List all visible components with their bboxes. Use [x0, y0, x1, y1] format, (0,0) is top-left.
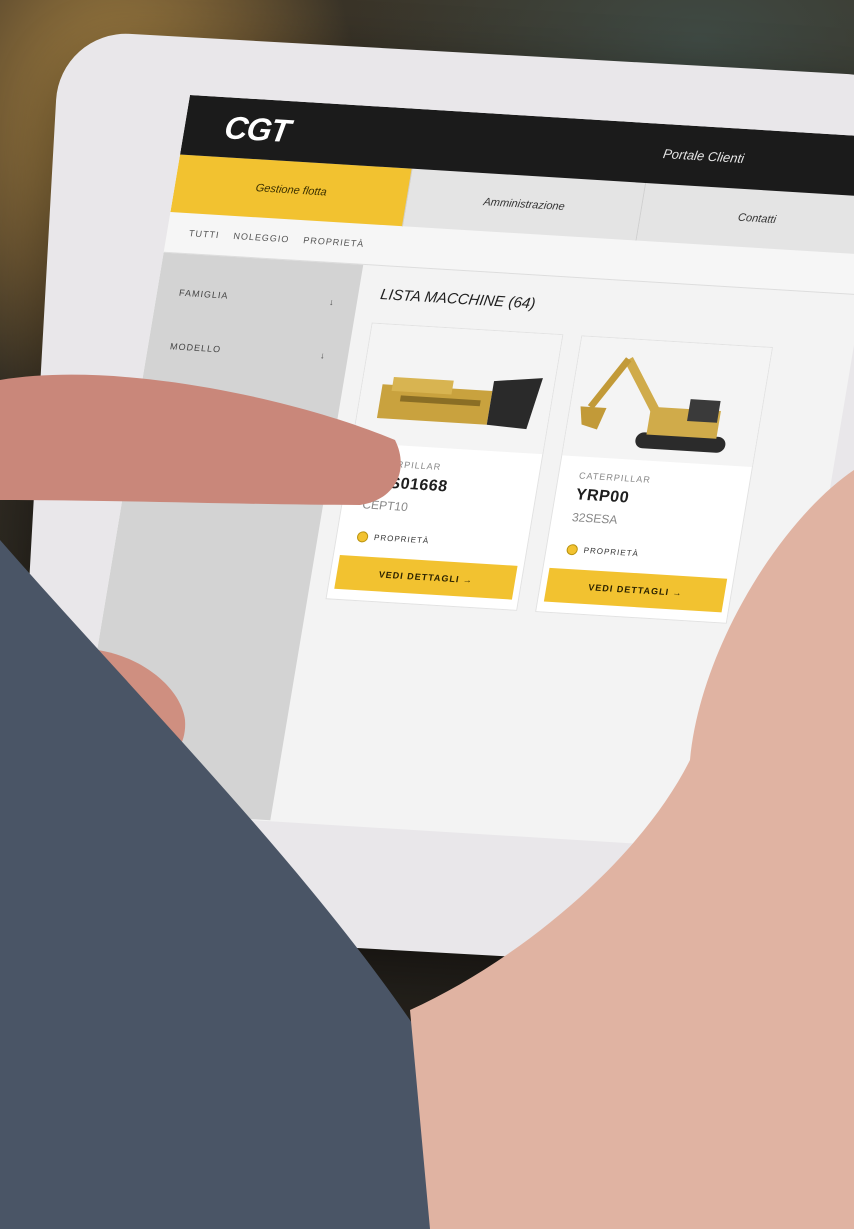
- right-hand: [410, 470, 854, 1229]
- shirt-sleeve: [0, 540, 430, 1229]
- hands-foreground: [0, 374, 854, 1229]
- pointing-finger: [0, 374, 401, 505]
